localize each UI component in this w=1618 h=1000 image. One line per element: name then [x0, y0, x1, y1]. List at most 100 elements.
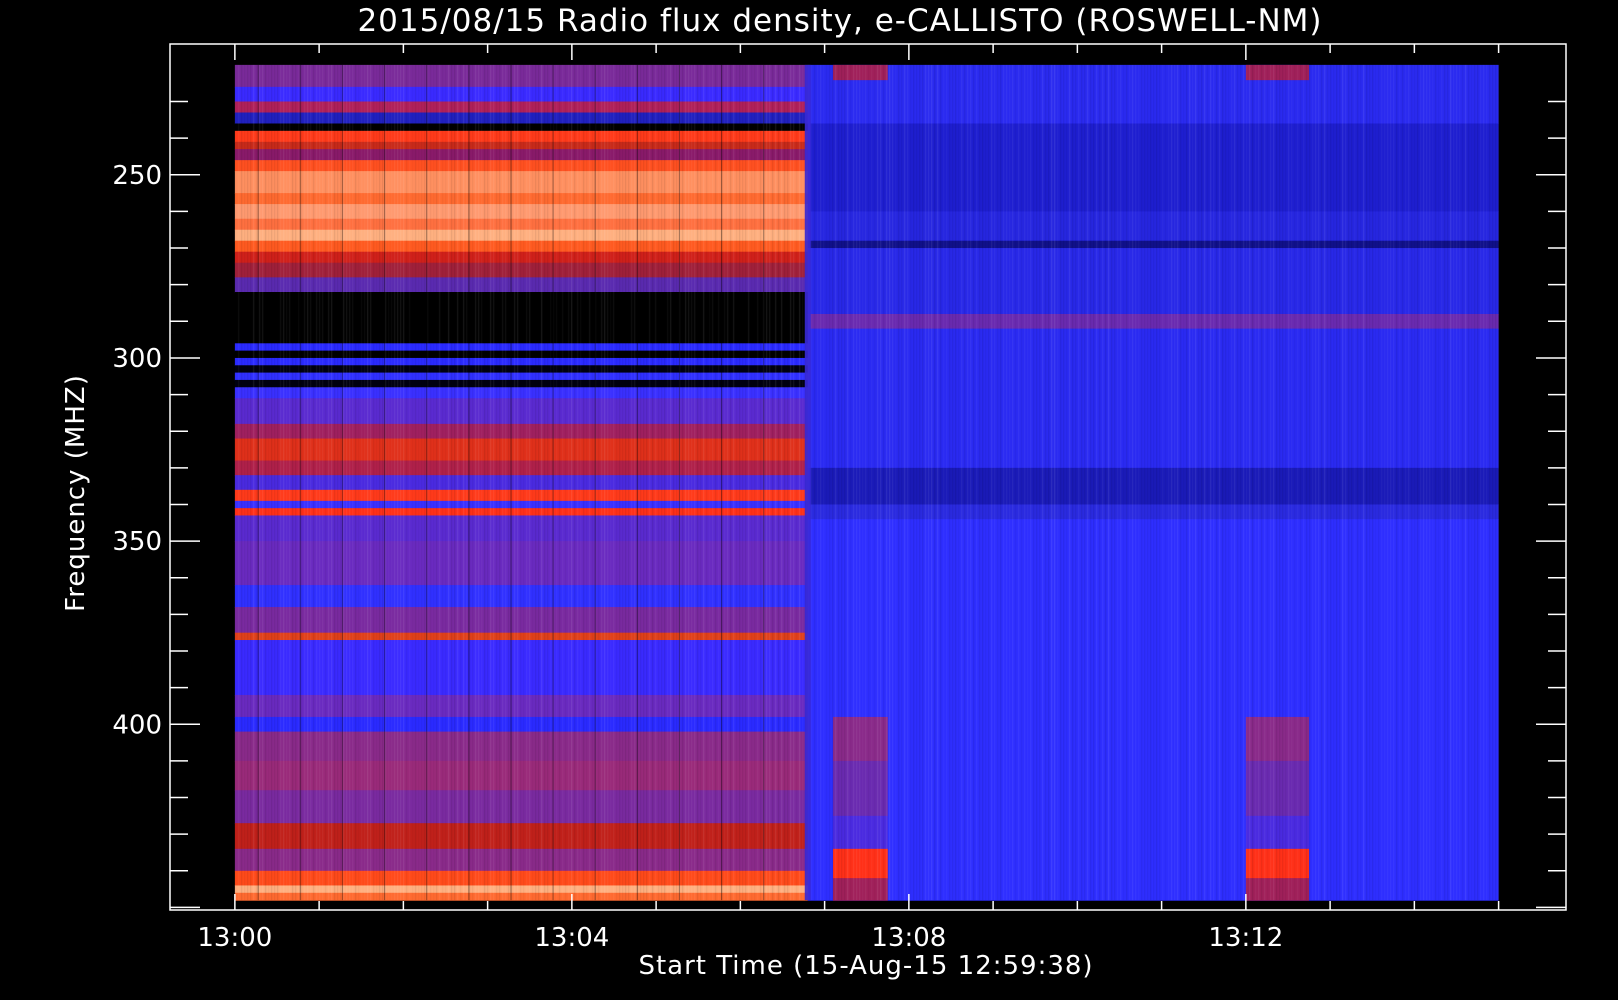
texture-streak	[616, 65, 618, 900]
texture-streak	[1089, 64, 1092, 901]
texture-streak	[798, 64, 801, 901]
texture-streak	[453, 64, 456, 901]
texture-streak	[399, 64, 402, 901]
texture-streak	[901, 65, 903, 900]
texture-streak	[930, 64, 933, 901]
texture-streak	[423, 64, 426, 901]
texture-streak	[754, 65, 756, 900]
texture-streak	[1251, 64, 1254, 901]
texture-streak	[669, 64, 672, 901]
texture-streak	[1368, 64, 1371, 901]
texture-streak	[819, 64, 822, 901]
texture-streak	[1119, 64, 1122, 901]
texture-streak	[1050, 64, 1053, 901]
texture-streak	[663, 64, 666, 901]
texture-streak	[1155, 64, 1158, 901]
texture-streak	[300, 64, 303, 901]
texture-streak	[532, 65, 534, 900]
texture-streak	[1152, 64, 1155, 901]
texture-streak	[606, 64, 609, 901]
texture-streak	[1399, 65, 1401, 900]
texture-streak	[477, 64, 480, 901]
texture-streak	[850, 65, 852, 900]
texture-streak	[879, 64, 882, 901]
texture-streak	[1486, 65, 1488, 900]
texture-streak	[445, 65, 447, 900]
texture-streak	[1297, 65, 1299, 900]
texture-streak	[460, 65, 462, 900]
texture-streak	[568, 65, 570, 900]
texture-streak	[1267, 65, 1269, 900]
texture-streak	[732, 64, 735, 901]
texture-streak	[393, 64, 396, 901]
column-line	[763, 64, 765, 901]
texture-streak	[268, 65, 270, 900]
texture-streak	[1326, 64, 1329, 901]
texture-streak	[1179, 64, 1182, 901]
texture-streak	[1425, 64, 1428, 901]
texture-streak	[1134, 64, 1137, 901]
texture-streak	[1140, 64, 1143, 901]
texture-streak	[1125, 64, 1128, 901]
y-tick-label: 400	[112, 710, 162, 740]
texture-streak	[1287, 64, 1290, 901]
texture-streak	[1377, 64, 1380, 901]
texture-streak	[345, 64, 348, 901]
texture-streak	[318, 64, 321, 901]
texture-streak	[868, 65, 870, 900]
texture-streak	[364, 65, 366, 900]
texture-streak	[684, 64, 687, 901]
texture-streak	[738, 64, 741, 901]
texture-streak	[1320, 64, 1323, 901]
texture-streak	[771, 64, 774, 901]
texture-streak	[1389, 64, 1392, 901]
texture-streak	[556, 65, 558, 900]
texture-streak	[1312, 65, 1314, 900]
texture-streak	[667, 65, 669, 900]
texture-streak	[972, 64, 975, 901]
texture-streak	[235, 65, 237, 900]
texture-streak	[975, 64, 978, 901]
texture-streak	[372, 64, 375, 901]
texture-streak	[315, 64, 318, 901]
texture-streak	[1032, 64, 1035, 901]
texture-streak	[1291, 65, 1293, 900]
texture-streak	[1138, 65, 1140, 900]
texture-streak	[1077, 64, 1080, 901]
texture-streak	[1086, 64, 1089, 901]
texture-streak	[258, 64, 261, 901]
texture-streak	[823, 65, 825, 900]
texture-streak	[871, 65, 873, 900]
texture-streak	[765, 64, 768, 901]
texture-streak	[1146, 64, 1149, 901]
texture-streak	[1246, 65, 1248, 900]
column-line	[468, 64, 470, 901]
texture-streak	[1453, 65, 1455, 900]
texture-streak	[1360, 65, 1362, 900]
column-line	[594, 64, 596, 901]
texture-streak	[895, 65, 897, 900]
x-tick-label: 13:04	[534, 923, 609, 953]
y-axis-label: Frequency (MHZ)	[61, 374, 91, 612]
texture-streak	[1344, 64, 1347, 901]
texture-streak	[1371, 64, 1374, 901]
texture-streak	[744, 64, 747, 901]
texture-streak	[430, 65, 432, 900]
texture-streak	[1329, 64, 1332, 901]
texture-streak	[876, 64, 879, 901]
texture-streak	[1260, 64, 1263, 901]
texture-streak	[255, 64, 258, 901]
texture-streak	[1044, 64, 1047, 901]
texture-streak	[651, 64, 654, 901]
texture-streak	[1092, 64, 1095, 901]
texture-streak	[1248, 64, 1251, 901]
texture-streak	[1462, 65, 1464, 900]
texture-streak	[774, 64, 777, 901]
texture-streak	[1117, 65, 1119, 900]
texture-streak	[1221, 64, 1224, 901]
texture-streak	[1455, 64, 1458, 901]
texture-streak	[573, 64, 576, 901]
texture-streak	[1236, 64, 1239, 901]
texture-streak	[1432, 65, 1434, 900]
texture-streak	[777, 64, 780, 901]
